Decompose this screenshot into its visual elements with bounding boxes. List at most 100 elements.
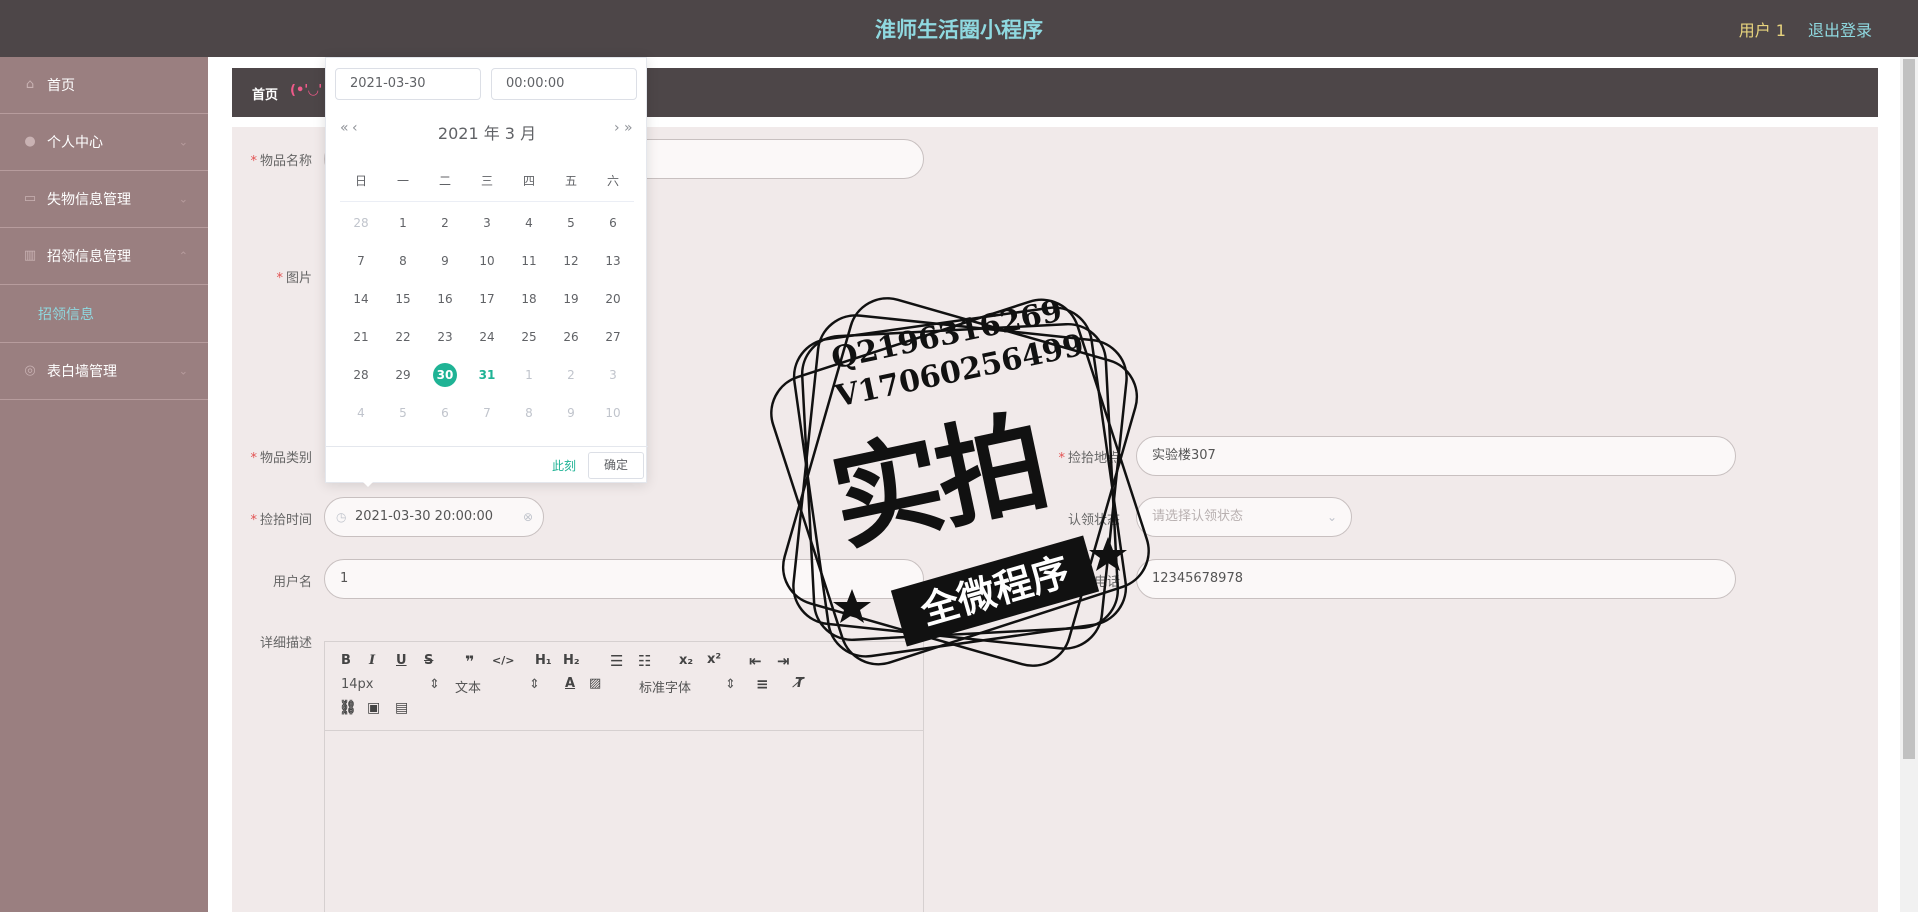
bullet-list-icon[interactable]: ☷	[638, 652, 651, 670]
italic-icon[interactable]: I	[369, 653, 375, 668]
calendar-day[interactable]: 7	[340, 242, 382, 280]
breadcrumb-home[interactable]: 首页	[252, 84, 278, 103]
phone-input[interactable]: 12345678978	[1136, 559, 1736, 599]
scrollbar-thumb[interactable]	[1903, 59, 1915, 759]
app-title: 淮师生活圈小程序	[875, 18, 1043, 42]
calendar-day-number: 9	[441, 254, 449, 268]
rich-text-editor: B I U S ❞ </> H₁ H₂ ☰ ☷ x₂ x² ⇤ ⇥ 14px ⇕ …	[324, 641, 924, 912]
calendar-day[interactable]: 17	[466, 280, 508, 318]
bold-icon[interactable]: B	[341, 653, 351, 668]
page-scrollbar[interactable]	[1900, 57, 1918, 912]
calendar-day[interactable]: 22	[382, 318, 424, 356]
calendar-day[interactable]: 28	[340, 356, 382, 394]
font-family-select[interactable]: 标准字体 ⇕	[639, 677, 736, 696]
calendar-day[interactable]: 18	[508, 280, 550, 318]
heading1-icon[interactable]: H₁	[535, 653, 552, 668]
sidebar-item-lost-items[interactable]: ▭ 失物信息管理 ⌄	[0, 171, 208, 228]
subscript-icon[interactable]: x₂	[679, 653, 693, 668]
underline-icon[interactable]: U	[396, 653, 407, 668]
calendar-day[interactable]: 6	[592, 204, 634, 242]
calendar-day[interactable]: 9	[424, 242, 466, 280]
calendar-day[interactable]: 12	[550, 242, 592, 280]
image-icon[interactable]: ▣	[367, 700, 380, 716]
calendar-day[interactable]: 6	[424, 394, 466, 432]
calendar-day[interactable]: 8	[508, 394, 550, 432]
calendar-day[interactable]: 10	[466, 242, 508, 280]
calendar-day[interactable]: 25	[508, 318, 550, 356]
username-input[interactable]: 1	[324, 559, 924, 599]
calendar-day[interactable]: 28	[340, 204, 382, 242]
sidebar-subitem-found-info[interactable]: 招领信息	[0, 285, 208, 343]
outdent-icon[interactable]: ⇤	[749, 652, 762, 670]
paragraph-select[interactable]: 文本 ⇕	[455, 677, 540, 696]
next-year-icon[interactable]: »	[624, 120, 633, 136]
picker-time-input[interactable]: 00:00:00	[491, 68, 637, 100]
link-icon[interactable]: ⛓	[339, 700, 357, 716]
indent-icon[interactable]: ⇥	[777, 652, 790, 670]
calendar-day-number: 14	[353, 292, 369, 306]
calendar-day[interactable]: 20	[592, 280, 634, 318]
ordered-list-icon[interactable]: ☰	[610, 652, 623, 670]
calendar-day[interactable]: 1	[508, 356, 550, 394]
calendar-day-number: 9	[567, 406, 575, 420]
claim-status-select[interactable]: 请选择认领状态 ⌄	[1136, 497, 1352, 537]
calendar-day-today[interactable]: 31	[466, 356, 508, 394]
superscript-icon[interactable]: x²	[707, 652, 721, 667]
next-month-icon[interactable]: ›	[614, 120, 620, 136]
align-icon[interactable]: ≡	[756, 675, 769, 693]
calendar-day[interactable]: 15	[382, 280, 424, 318]
video-icon[interactable]: ▤	[395, 700, 408, 716]
code-icon[interactable]: </>	[492, 654, 514, 667]
calendar-day[interactable]: 2	[550, 356, 592, 394]
calendar-day[interactable]: 4	[508, 204, 550, 242]
font-color-icon[interactable]: A	[565, 676, 575, 691]
calendar-day[interactable]: 13	[592, 242, 634, 280]
background-color-icon[interactable]: ▨	[589, 676, 601, 691]
image-label: * 图片	[276, 271, 312, 286]
clear-format-icon[interactable]: T̸	[795, 676, 804, 691]
sidebar-item-personal-center[interactable]: ● 个人中心 ⌄	[0, 114, 208, 171]
calendar-day[interactable]: 21	[340, 318, 382, 356]
calendar-day[interactable]: 3	[466, 204, 508, 242]
sidebar-item-confession-wall[interactable]: ◎ 表白墙管理 ⌄	[0, 343, 208, 400]
building-icon: ▥	[23, 248, 37, 263]
calendar-day[interactable]: 3	[592, 356, 634, 394]
editor-body[interactable]	[325, 731, 923, 912]
calendar-day[interactable]: 19	[550, 280, 592, 318]
now-button[interactable]: 此刻	[552, 457, 576, 474]
calendar-day[interactable]: 1	[382, 204, 424, 242]
calendar-day[interactable]: 9	[550, 394, 592, 432]
calendar-day[interactable]: 5	[550, 204, 592, 242]
current-user[interactable]: 用户 1	[1739, 17, 1786, 41]
calendar-day[interactable]: 2	[424, 204, 466, 242]
calendar-day[interactable]: 5	[382, 394, 424, 432]
calendar-day[interactable]: 16	[424, 280, 466, 318]
pickup-time-picker[interactable]: ◷ 2021-03-30 20:00:00 ⊗	[324, 497, 544, 537]
picker-date-input[interactable]: 2021-03-30	[335, 68, 481, 100]
calendar-day[interactable]: 24	[466, 318, 508, 356]
heading2-icon[interactable]: H₂	[563, 653, 580, 668]
calendar-day[interactable]: 26	[550, 318, 592, 356]
clear-icon[interactable]: ⊗	[523, 498, 533, 536]
logout-button[interactable]: 退出登录	[1808, 17, 1872, 41]
calendar-day[interactable]: 8	[382, 242, 424, 280]
blockquote-icon[interactable]: ❞	[465, 652, 474, 671]
calendar-day[interactable]: 27	[592, 318, 634, 356]
pickup-place-input[interactable]: 实验楼307	[1136, 436, 1736, 476]
font-size-select[interactable]: 14px ⇕	[341, 677, 440, 692]
sidebar-item-home[interactable]: ⌂ 首页	[0, 57, 208, 114]
calendar-day-selected[interactable]: 30	[424, 356, 466, 394]
calendar-day[interactable]: 7	[466, 394, 508, 432]
calendar-day-number: 13	[605, 254, 621, 268]
sidebar-item-found-items[interactable]: ▥ 招领信息管理 ⌃	[0, 228, 208, 285]
calendar-day[interactable]: 10	[592, 394, 634, 432]
calendar-day[interactable]: 23	[424, 318, 466, 356]
calendar-day-number: 4	[357, 406, 365, 420]
calendar-day[interactable]: 29	[382, 356, 424, 394]
calendar-day[interactable]: 14	[340, 280, 382, 318]
calendar-day-number: 3	[609, 368, 617, 382]
calendar-day[interactable]: 4	[340, 394, 382, 432]
strikethrough-icon[interactable]: S	[424, 653, 433, 668]
calendar-day[interactable]: 11	[508, 242, 550, 280]
confirm-button[interactable]: 确定	[588, 452, 644, 479]
